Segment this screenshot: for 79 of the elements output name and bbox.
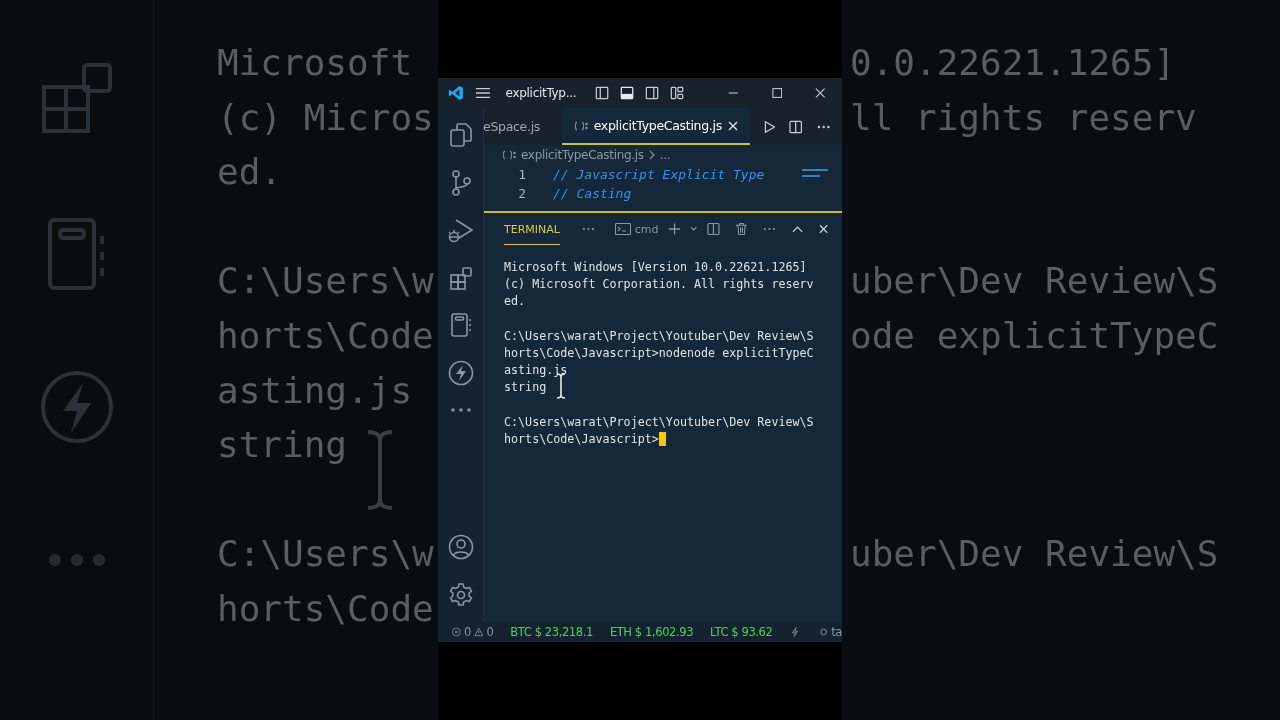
terminal-text: ode explicitTypeC — [850, 314, 1219, 356]
terminal-text: (c) Microsoft Corporation. All rights reserv — [504, 276, 814, 294]
terminal-text: horts\Code — [217, 587, 434, 629]
trash-icon[interactable] — [735, 222, 747, 236]
terminal-selector[interactable]: cmd — [614, 222, 659, 236]
terminal-text: C:\Users\w — [217, 260, 434, 302]
more-icon[interactable] — [762, 227, 776, 231]
terminal-text: C:\Users\w — [217, 533, 434, 575]
error-count[interactable]: 0 — [463, 625, 471, 639]
layout-icon[interactable] — [670, 85, 685, 101]
braces-icon — [573, 120, 588, 131]
panel-tab[interactable]: TERMINAL — [504, 213, 560, 245]
warning-icon[interactable] — [473, 626, 484, 638]
terminal-text: Microsoft Windows [Version 10.0.22621.1265] — [504, 259, 807, 276]
breadcrumb-item[interactable]: ... — [659, 148, 671, 162]
terminal-text: string — [217, 424, 348, 466]
maximize-icon[interactable] — [771, 87, 783, 99]
more-icon[interactable] — [816, 124, 830, 129]
sync-icon[interactable] — [819, 627, 828, 637]
account-icon[interactable] — [447, 534, 474, 560]
braces-icon — [502, 150, 516, 160]
app-logo-icon — [448, 84, 464, 102]
editor-tab[interactable]: explicitTypeCasting.js — [561, 108, 750, 145]
status-item[interactable]: ta — [831, 625, 842, 639]
error-icon[interactable] — [452, 626, 461, 638]
terminal-text: string — [504, 379, 547, 397]
add-icon[interactable] — [668, 223, 680, 235]
more-icon — [46, 552, 107, 567]
sidebar-toggle-icon[interactable] — [645, 85, 660, 101]
extensions-icon[interactable] — [448, 266, 473, 290]
editor-tab[interactable]: eSpace.js — [483, 108, 562, 145]
lightning-icon[interactable] — [791, 625, 799, 639]
chevron-up-icon[interactable] — [791, 225, 803, 233]
settings-icon[interactable] — [447, 582, 474, 608]
terminal-text: uber\Dev Review\S — [850, 533, 1219, 575]
menu-icon[interactable] — [474, 86, 491, 100]
terminal-icon — [614, 223, 631, 235]
run-icon[interactable] — [763, 119, 776, 134]
split-icon[interactable] — [706, 222, 720, 236]
window-title: explicitTyp... — [505, 86, 577, 100]
terminal-text: uber\Dev Review\S — [850, 260, 1219, 302]
code-comment: // Javascript Explicit Type — [553, 167, 765, 182]
terminal-text: ll rights reserv — [850, 96, 1197, 138]
close-icon[interactable] — [818, 224, 828, 234]
sidebar-toggle-icon[interactable] — [595, 85, 610, 101]
warning-count[interactable]: 0 — [486, 625, 494, 639]
chevron-down-icon[interactable] — [689, 226, 697, 232]
files-icon[interactable] — [448, 122, 473, 148]
terminal-text: asting.js — [217, 369, 413, 411]
run-debug-icon[interactable] — [447, 218, 474, 244]
lightning-icon[interactable] — [447, 360, 474, 386]
terminal-text: C:\Users\warat\Project\Youtuber\Dev Review\S — [504, 413, 814, 431]
terminal-text: ed. — [217, 151, 283, 193]
source-control-icon[interactable] — [449, 170, 472, 196]
more-icon[interactable] — [450, 408, 471, 412]
terminal-text: horts\Code — [217, 314, 434, 356]
price-ticker[interactable]: LTC $ 93.62 — [710, 625, 773, 639]
notebook-icon[interactable] — [449, 312, 472, 338]
terminal-text: 0.0.22621.1265] — [850, 42, 1176, 83]
line-number: 1 — [517, 167, 526, 182]
terminal-text: horts\Code\Javascript>nodenode explicitTypeC — [504, 344, 814, 362]
terminal-text: horts\Code\Javascript> — [504, 430, 659, 448]
price-ticker[interactable]: BTC $ 23,218.1 — [510, 625, 593, 639]
line-number: 2 — [517, 186, 526, 201]
terminal-text: C:\Users\warat\Project\Youtuber\Dev Review\S — [504, 327, 814, 345]
price-ticker[interactable]: ETH $ 1,602.93 — [609, 625, 694, 639]
terminal-text: Microsoft — [217, 42, 413, 83]
chevron-icon — [648, 150, 655, 160]
close-icon[interactable] — [727, 120, 738, 131]
split-editor-icon[interactable] — [789, 119, 803, 134]
lightning-icon — [38, 368, 115, 445]
close-icon[interactable] — [815, 87, 826, 99]
more-icon[interactable] — [581, 227, 595, 231]
terminal-text: ed. — [504, 293, 526, 311]
panel-toggle-icon[interactable] — [620, 85, 635, 101]
terminal-text: (c) Micros — [217, 96, 434, 138]
terminal-text: asting.js — [504, 362, 568, 380]
breadcrumb-item[interactable]: explicitTypeCasting.js — [521, 148, 644, 162]
code-comment: // Casting — [553, 186, 632, 201]
